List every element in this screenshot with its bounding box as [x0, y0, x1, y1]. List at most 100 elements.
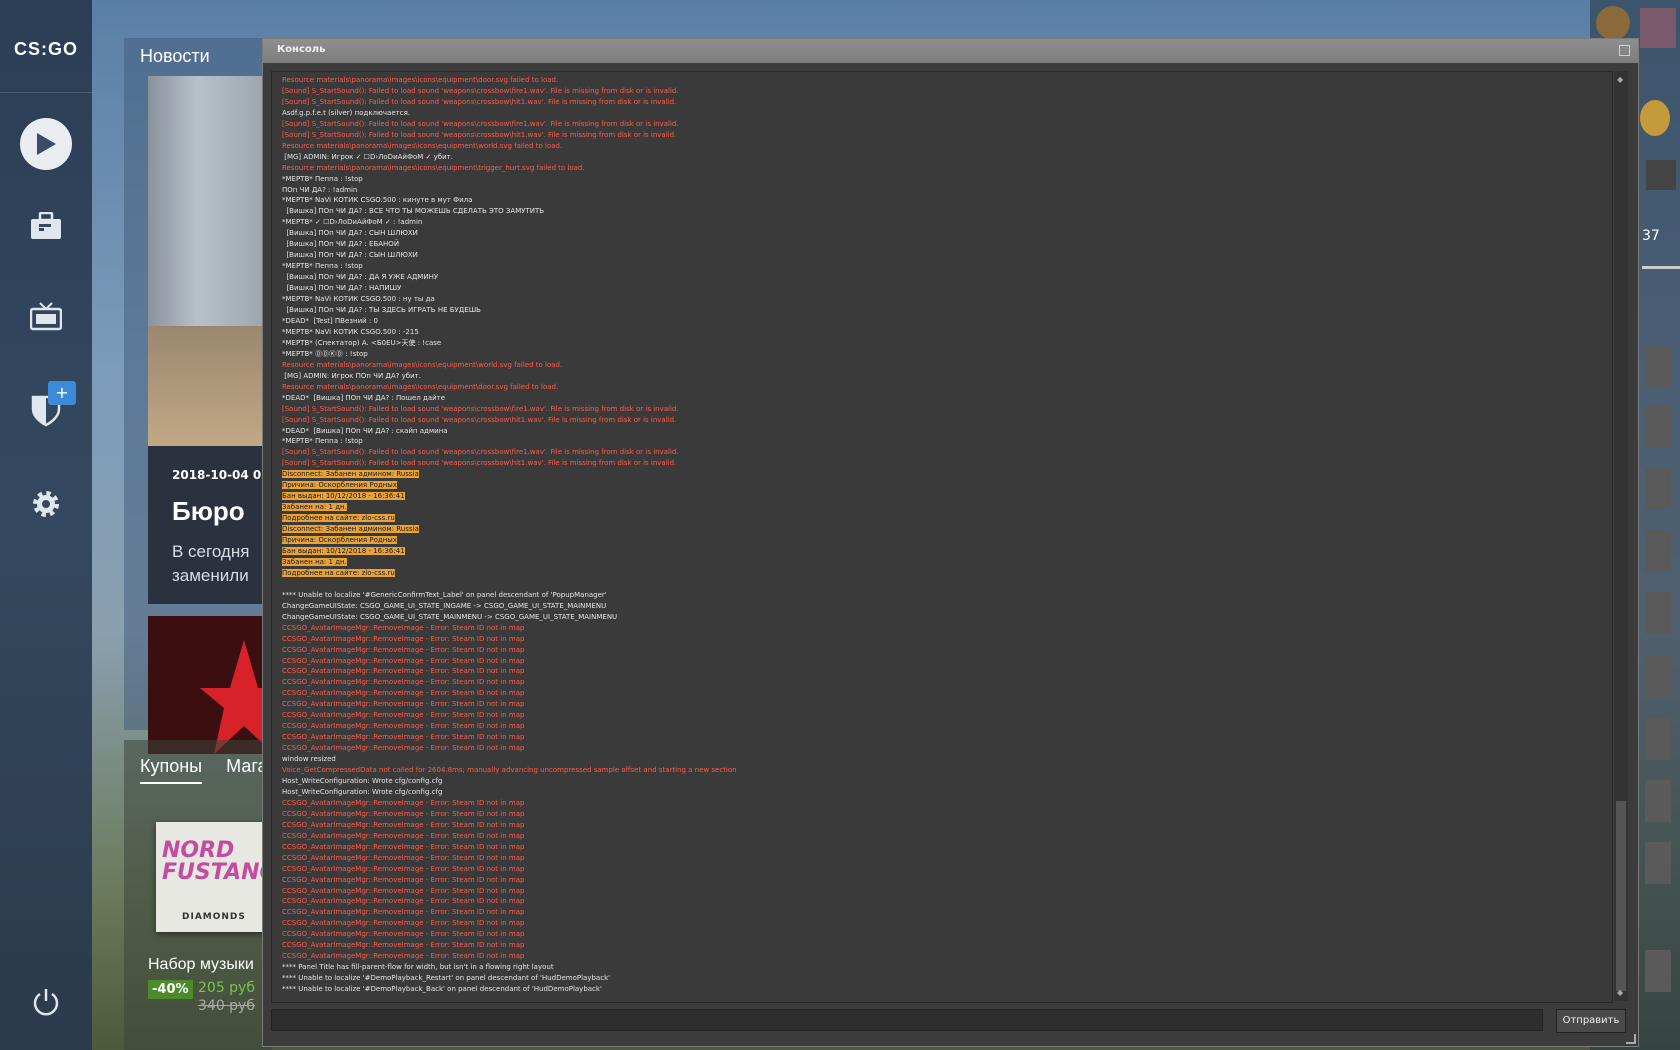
console-line: **** Unable to localize '#DemoPlayback_B…: [282, 985, 602, 994]
console-line: Disconnect: Забанен админом: Russia: [282, 524, 1612, 535]
friend-avatar[interactable]: [1645, 655, 1671, 697]
console-line: [Вишка] ПОп ЧИ ДА? : ВСЕ ЧТО ТЫ МОЖЕШЬ С…: [282, 207, 545, 216]
console-line: [MG] ADMIN: Игрок ПОп ЧИ ДА? убит.: [282, 371, 421, 380]
rank-medal: [1596, 6, 1630, 40]
console-line: [Вишка] ПОп ЧИ ДА? : ДА Я УЖЕ АДМИНУ: [282, 273, 439, 282]
news-card[interactable]: 2018-10-04 02 Бюро В сегодня заменили: [148, 446, 272, 604]
main-sidebar: CS:GO +: [0, 0, 92, 1050]
maximize-icon[interactable]: [1619, 45, 1630, 56]
console-line-text: Забанен на: 1 дн.: [282, 503, 347, 512]
console-line: ChangeGameUIState: CSGO_GAME_UI_STATE_IN…: [282, 601, 607, 610]
scroll-thumb[interactable]: [1616, 801, 1626, 991]
console-line: Подробнее на сайте: zlo-css.ru: [282, 568, 1612, 579]
console-command-input[interactable]: [271, 1009, 1543, 1031]
console-window: Консоль Resource materials\panorama\imag…: [262, 38, 1639, 1047]
console-line: CCSGO_AvatarImageMgr::RemoveImage - Erro…: [282, 853, 525, 862]
console-log[interactable]: Resource materials\panorama\images\icons…: [271, 71, 1613, 1003]
settings-button[interactable]: [18, 476, 74, 532]
console-line: ChangeGameUIState: CSGO_GAME_UI_STATE_MA…: [282, 612, 618, 621]
console-line: [Sound] S_StartSound(): Failed to load s…: [282, 86, 679, 95]
news-panel: Новости 2018-10-04 02 Бюро В сегодня зам…: [124, 38, 288, 754]
store-panel: Купоны Мага NORD FUSTANG DIAMONDS Набор м…: [124, 740, 278, 1050]
console-line: Подробнее на сайте: zlo-css.ru: [282, 513, 1612, 524]
news-date: 2018-10-04 02: [172, 468, 270, 482]
scroll-down-arrow-icon[interactable]: ◆: [1617, 988, 1623, 997]
console-line: CCSGO_AvatarImageMgr::RemoveImage - Erro…: [282, 809, 525, 818]
scroll-up-arrow-icon[interactable]: ◆: [1617, 75, 1623, 84]
console-line: CCSGO_AvatarImageMgr::RemoveImage - Erro…: [282, 897, 525, 906]
console-line: Voice_GetCompressedData not called for 2…: [282, 766, 737, 775]
console-line: Resource materials\panorama\images\icons…: [282, 141, 563, 150]
news-image-astralis[interactable]: [148, 616, 288, 754]
power-icon: [33, 989, 59, 1016]
friend-avatar[interactable]: [1645, 718, 1671, 760]
console-line: *МЕРТВ* Пеппа : !stop: [282, 174, 363, 183]
friend-avatar[interactable]: [1645, 345, 1671, 387]
tab-coupons[interactable]: Купоны: [140, 756, 203, 784]
inventory-button[interactable]: [18, 198, 74, 254]
music-kit-image[interactable]: NORD FUSTANG DIAMONDS: [156, 822, 278, 932]
news-body: В сегодня заменили: [172, 540, 249, 588]
friend-avatar[interactable]: [1645, 950, 1671, 992]
friend-avatar[interactable]: [1645, 405, 1671, 447]
console-line: CCSGO_AvatarImageMgr::RemoveImage - Erro…: [282, 820, 525, 829]
console-line: CCSGO_AvatarImageMgr::RemoveImage - Erro…: [282, 645, 525, 654]
console-line: CCSGO_AvatarImageMgr::RemoveImage - Erro…: [282, 875, 525, 884]
console-scrollbar[interactable]: ◆ ◆: [1614, 71, 1628, 1001]
console-line: CCSGO_AvatarImageMgr::RemoveImage - Erro…: [282, 667, 525, 676]
console-line: CCSGO_AvatarImageMgr::RemoveImage - Erro…: [282, 656, 525, 665]
news-image[interactable]: [148, 76, 272, 446]
news-headline: Бюро: [172, 496, 245, 526]
console-line: [Sound] S_StartSound(): Failed to load s…: [282, 119, 679, 128]
console-line-text: Забанен на: 1 дн.: [282, 557, 347, 566]
console-line: *DEAD* [Test] ПВезний : 0: [282, 316, 378, 325]
console-line: CCSGO_AvatarImageMgr::RemoveImage - Erro…: [282, 711, 525, 720]
friend-avatar[interactable]: [1645, 468, 1671, 510]
console-line-text: Подробнее на сайте: zlo-css.ru: [282, 514, 395, 523]
console-line: Бан выдан: 10/12/2018 - 16:36:41: [282, 546, 1612, 557]
friend-avatar[interactable]: [1645, 780, 1671, 822]
console-line: CCSGO_AvatarImageMgr::RemoveImage - Erro…: [282, 700, 525, 709]
console-line: CCSGO_AvatarImageMgr::RemoveImage - Erro…: [282, 919, 525, 928]
gear-icon: [33, 491, 59, 517]
console-line: CCSGO_AvatarImageMgr::RemoveImage - Erro…: [282, 722, 525, 731]
news-body-line: заменили: [172, 566, 249, 585]
console-line: CCSGO_AvatarImageMgr::RemoveImage - Erro…: [282, 908, 525, 917]
console-line-text: Бан выдан: 10/12/2018 - 16:36:41: [282, 546, 405, 555]
console-line: *МЕРТВ* (Спектатор) A. <Б0EU>天使 : !case: [282, 338, 442, 347]
console-line: ПОп ЧИ ДА? : !admin: [282, 185, 358, 194]
quit-button[interactable]: [18, 974, 74, 1030]
play-button[interactable]: [20, 118, 72, 170]
send-button[interactable]: Отправить: [1556, 1009, 1626, 1033]
console-line: CCSGO_AvatarImageMgr::RemoveImage - Erro…: [282, 733, 525, 742]
album-subtitle: DIAMONDS: [182, 912, 246, 922]
sidebar-divider: [0, 92, 92, 93]
console-line-text: Подробнее на сайте: zlo-css.ru: [282, 568, 395, 577]
friend-avatar[interactable]: [1645, 592, 1671, 634]
discount-badge: -40%: [148, 980, 193, 999]
console-line: *МЕРТВ* Пеппа : !stop: [282, 262, 363, 271]
friend-avatar[interactable]: [1645, 530, 1671, 572]
watch-button[interactable]: [18, 288, 74, 344]
console-line-text: Disconnect: Забанен админом: Russia: [282, 525, 419, 534]
player-avatar[interactable]: [1640, 8, 1676, 48]
friends-divider: [1642, 266, 1680, 269]
friend-avatar[interactable]: [1645, 842, 1671, 884]
console-line: [Sound] S_StartSound(): Failed to load s…: [282, 97, 677, 106]
console-line: [MG] ADMIN: Игрок ✓ ☐D›ЛoDиАйФoM ✓ убит.: [282, 152, 453, 161]
friend-avatar[interactable]: [1646, 160, 1676, 190]
console-line: CCSGO_AvatarImageMgr::RemoveImage - Erro…: [282, 886, 525, 895]
resize-handle-icon[interactable]: [1626, 1034, 1636, 1044]
console-titlebar[interactable]: Консоль: [263, 39, 1638, 63]
console-line: [Вишка] ПОп ЧИ ДА? : СЫН ШЛЮХИ: [282, 251, 418, 260]
console-line: CCSGO_AvatarImageMgr::RemoveImage - Erro…: [282, 842, 525, 851]
console-line: CCSGO_AvatarImageMgr::RemoveImage - Erro…: [282, 831, 525, 840]
console-line: CCSGO_AvatarImageMgr::RemoveImage - Erro…: [282, 952, 525, 961]
play-icon: [37, 133, 56, 155]
console-line: CCSGO_AvatarImageMgr::RemoveImage - Erro…: [282, 930, 525, 939]
console-line: Resource materials\panorama\images\icons…: [282, 382, 559, 391]
product-name: Набор музыки: [148, 956, 254, 973]
console-line: [Вишка] ПОп ЧИ ДА? : СЫН ШЛЮХИ: [282, 229, 418, 238]
console-line: CCSGO_AvatarImageMgr::RemoveImage - Erro…: [282, 941, 525, 950]
